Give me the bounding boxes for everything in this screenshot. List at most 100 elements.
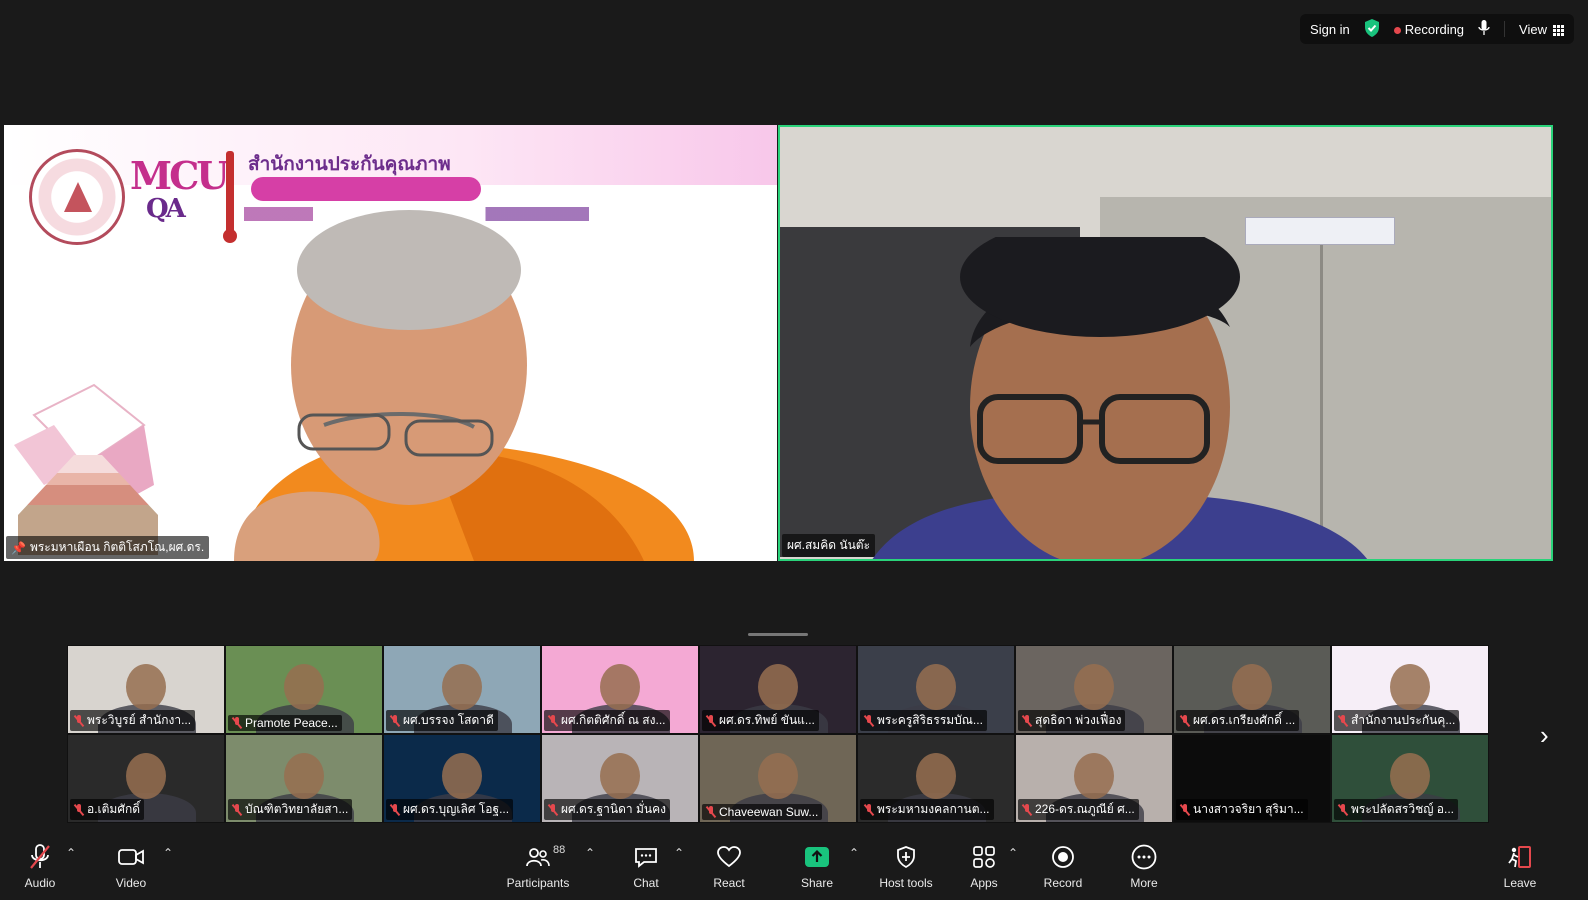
mic-muted-icon [232, 803, 242, 816]
participant-thumbnail[interactable]: ผศ.ดร.ฐานิดา มั่นคง [541, 734, 699, 823]
thumbnail-participant-name: Chaveewan Suw... [719, 805, 819, 819]
next-page-chevron-icon[interactable]: › [1540, 722, 1560, 748]
mic-muted-icon [390, 803, 400, 816]
participant-thumbnail[interactable]: อ.เติมศักดิ์ [67, 734, 225, 823]
encryption-shield-icon[interactable] [1364, 18, 1380, 40]
participant-head-silhouette [916, 664, 956, 710]
thumbnail-participant-name: สุดธิดา พ่วงเฟื่อง [1035, 713, 1122, 727]
video-tile-active-speaker[interactable]: ผศ.สมคิด นันต๊ะ [778, 125, 1553, 561]
thumbnail-participant-name: Pramote Peace... [245, 716, 338, 730]
participant-head-silhouette [1390, 753, 1430, 799]
participant-thumbnail[interactable]: Pramote Peace... [225, 645, 383, 734]
participant-head-silhouette [442, 753, 482, 799]
mic-muted-icon [1180, 803, 1190, 816]
participant-thumbnail[interactable]: บัณฑิตวิทยาลัยสา... [225, 734, 383, 823]
microphone-status-icon[interactable] [1478, 19, 1490, 39]
participant-name-label: 📌 พระมหาเผือน กิตติโสภโณ,ผศ.ดร. [6, 536, 210, 559]
participants-icon [526, 842, 550, 872]
participant-thumbnail[interactable]: Chaveewan Suw... [699, 734, 857, 823]
participant-thumbnail[interactable]: สุดธิดา พ่วงเฟื่อง [1015, 645, 1173, 734]
thumbnail-participant-name: นางสาวจริยา สุริมา... [1193, 802, 1304, 816]
participant-head-silhouette [284, 664, 324, 710]
apps-label: Apps [970, 876, 998, 890]
record-icon [1051, 842, 1075, 872]
video-button[interactable]: Video [112, 832, 150, 890]
participant-head-silhouette [916, 753, 956, 799]
mic-muted-icon [74, 803, 84, 816]
view-label: View [1519, 21, 1547, 37]
record-button[interactable]: Record [1042, 832, 1084, 890]
participant-thumbnail[interactable]: ผศ.ดร.บุญเลิศ โอฐ... [383, 734, 541, 823]
pin-icon: 📌 [11, 540, 26, 555]
gallery-resize-handle[interactable] [748, 633, 808, 636]
thumbnail-participant-name: พระวิบูรย์ สำนักงา... [87, 713, 192, 727]
participant-thumbnail[interactable]: พระครูสิริธรรมบัณ... [857, 645, 1015, 734]
chat-options-caret-icon[interactable]: ⌃ [674, 846, 684, 860]
participant-thumbnail-strip: พระวิบูรย์ สำนักงา... Pramote Peace... ผศ.… [67, 645, 1489, 823]
participant-thumbnail[interactable]: พระปลัดสรวิชญ์ อ... [1331, 734, 1489, 823]
participant-thumbnail[interactable]: สำนักงานประกันคุ... [1331, 645, 1489, 734]
react-button[interactable]: React [713, 832, 745, 890]
audio-button[interactable]: Audio [22, 832, 58, 890]
video-tile-shared-presenter[interactable]: MCU QA สำนักงานประกันคุณภาพ 📌 พระมหาเผือน… [4, 125, 777, 561]
thumbnail-participant-name: อ.เติมศักดิ์ [87, 802, 141, 816]
chat-button[interactable]: Chat [630, 832, 662, 890]
participant-head-silhouette [1074, 664, 1114, 710]
video-options-caret-icon[interactable]: ⌃ [163, 846, 173, 860]
thumbnail-name-label: Chaveewan Suw... [702, 804, 823, 820]
participant-head-silhouette [1390, 664, 1430, 710]
participants-label: Participants [506, 876, 570, 890]
participant-thumbnail[interactable]: พระวิบูรย์ สำนักงา... [67, 645, 225, 734]
participant-head-silhouette [758, 753, 798, 799]
share-label: Share [800, 876, 834, 890]
thumbnail-name-label: นางสาวจริยา สุริมา... [1176, 799, 1308, 820]
recording-dot-icon [1393, 26, 1401, 34]
grid-icon [1553, 24, 1564, 36]
participant-thumbnail[interactable]: 226-ดร.ณภูณีย์ ศ... [1015, 734, 1173, 823]
thumbnail-participant-name: สำนักงานประกันคุ... [1351, 713, 1456, 727]
participant-thumbnail[interactable]: นางสาวจริยา สุริมา... [1173, 734, 1331, 823]
apps-options-caret-icon[interactable]: ⌃ [1008, 846, 1018, 860]
sign-in-link[interactable]: Sign in [1310, 22, 1350, 37]
thumbnail-name-label: พระมหามงคลกานต... [860, 799, 994, 820]
leave-door-icon [1507, 842, 1533, 872]
participant-thumbnail[interactable]: ผศ.ดร.ทิพย์ ขันแ... [699, 645, 857, 734]
chat-label: Chat [633, 876, 659, 890]
leave-button[interactable]: Leave [1502, 832, 1538, 890]
host-shield-icon [896, 842, 916, 872]
participant-thumbnail[interactable]: ผศ.ดร.เกรียงศักดิ์ ... [1173, 645, 1331, 734]
view-button[interactable]: View [1519, 22, 1564, 37]
thumbnail-name-label: Pramote Peace... [228, 715, 342, 731]
participant-name-label: ผศ.สมคิด นันต๊ะ [782, 534, 876, 557]
mic-muted-icon [548, 803, 558, 816]
apps-button[interactable]: Apps [968, 832, 1000, 890]
thumbnail-name-label: ผศ.ดร.เกรียงศักดิ์ ... [1176, 710, 1300, 731]
thumbnail-name-label: บัณฑิตวิทยาลัยสา... [228, 799, 353, 820]
apps-grid-icon [972, 842, 996, 872]
participant-thumbnail[interactable]: พระมหามงคลกานต... [857, 734, 1015, 823]
host-tools-button[interactable]: Host tools [876, 832, 936, 890]
meeting-top-bar: Sign in Recording View [1300, 14, 1574, 44]
recording-indicator[interactable]: Recording [1393, 22, 1464, 37]
mic-muted-icon [548, 714, 558, 727]
thumbnail-participant-name: ผศ.ดร.เกรียงศักดิ์ ... [1193, 713, 1296, 727]
camera-icon [118, 842, 144, 872]
share-options-caret-icon[interactable]: ⌃ [849, 846, 859, 860]
participant-head-silhouette [758, 664, 798, 710]
audio-options-caret-icon[interactable]: ⌃ [66, 846, 76, 860]
share-button[interactable]: Share [800, 832, 834, 890]
mic-muted-icon [864, 714, 874, 727]
thumbnail-name-label: สำนักงานประกันคุ... [1334, 710, 1460, 731]
participant-thumbnail[interactable]: ผศ.กิตติศักดิ์ ณ สง... [541, 645, 699, 734]
mic-muted-icon [1022, 714, 1032, 727]
mic-muted-icon [74, 714, 84, 727]
more-button[interactable]: More [1128, 832, 1160, 890]
thumbnail-name-label: ผศ.กิตติศักดิ์ ณ สง... [544, 710, 670, 731]
thumbnail-name-label: พระวิบูรย์ สำนักงา... [70, 710, 196, 731]
participants-button[interactable]: Participants [506, 832, 570, 890]
participant-thumbnail[interactable]: ผศ.บรรจง โสดาดี [383, 645, 541, 734]
organization-title: สำนักงานประกันคุณภาพ [248, 154, 451, 175]
mic-muted-icon [1022, 803, 1032, 816]
presenter-monk-video [234, 210, 694, 561]
participants-options-caret-icon[interactable]: ⌃ [585, 846, 595, 860]
